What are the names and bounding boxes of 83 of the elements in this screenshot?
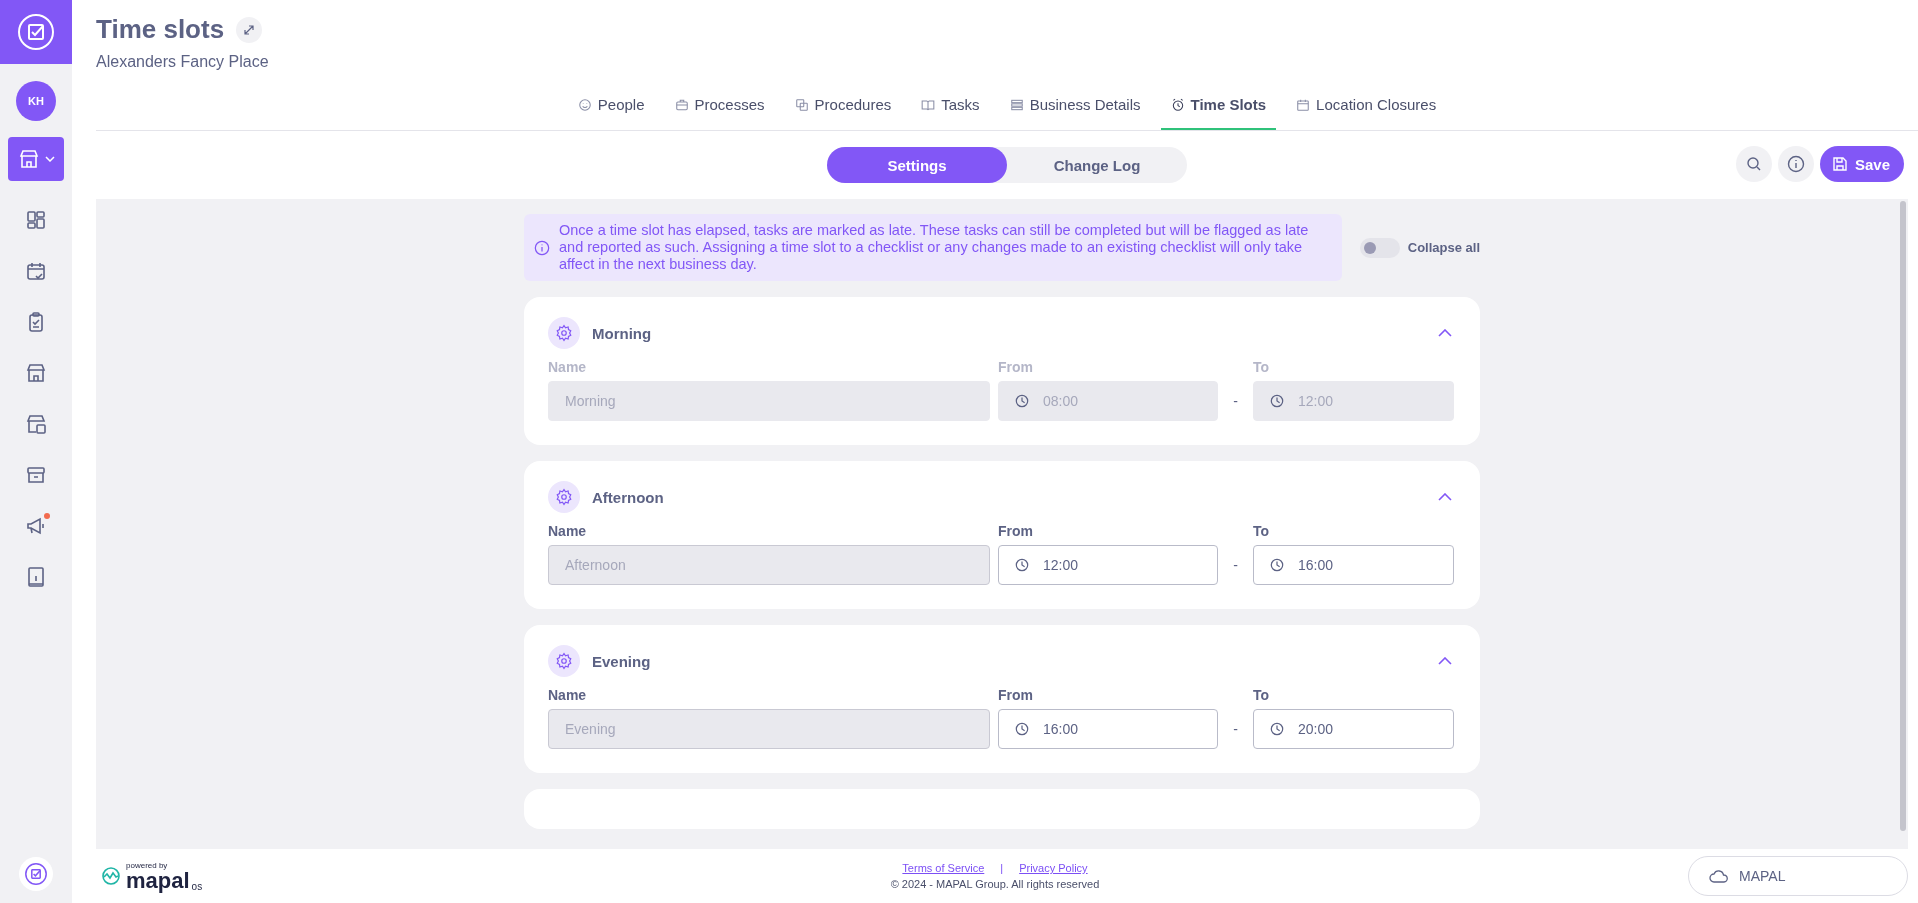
field-label: From (998, 359, 1034, 375)
info-icon (1786, 155, 1805, 173)
chevron-down-icon (45, 156, 55, 162)
briefcase-icon (674, 97, 689, 112)
notification-dot (44, 513, 50, 519)
collapse-toggle[interactable] (1359, 237, 1400, 258)
clock-icon (1270, 394, 1284, 408)
range-dash: - (1232, 393, 1239, 409)
gear-icon (548, 645, 580, 677)
time-field[interactable]: 16:00 (998, 709, 1218, 749)
segment-tab[interactable]: Settings (827, 147, 1007, 183)
time-field[interactable]: 20:00 (1253, 709, 1454, 749)
field-label: To (1253, 523, 1271, 539)
search-icon (1745, 156, 1762, 172)
field-label: From (998, 523, 1034, 539)
tab[interactable]: Location Closures (1286, 81, 1447, 130)
store-icon (24, 361, 48, 385)
copyright-text: © 2024 - MAPAL Group. All rights reserved (890, 878, 1100, 890)
search-button[interactable] (1735, 146, 1772, 182)
tab[interactable]: Business Details (999, 81, 1151, 130)
tab[interactable]: Tasks (911, 81, 990, 130)
list-icon (1009, 97, 1024, 112)
range-dash: - (1232, 557, 1239, 573)
calendar-icon (1296, 97, 1311, 112)
field-label: Name (548, 687, 588, 703)
info-icon (534, 239, 550, 256)
segment-tab[interactable]: Change Log (1007, 147, 1187, 183)
field-label: To (1253, 359, 1271, 375)
store-calendar-icon (24, 412, 48, 436)
brand-name: mapal (126, 869, 190, 892)
time-field[interactable]: 16:00 (1253, 545, 1454, 585)
app-logo[interactable] (0, 0, 72, 64)
page-title: Time slots (96, 14, 225, 45)
powered-by-text: powered by (126, 860, 169, 870)
app-logo-button[interactable] (19, 857, 53, 891)
store-icon (17, 147, 41, 171)
tab[interactable]: Processes (664, 81, 775, 130)
alarm-clock-icon (1170, 97, 1185, 112)
clock-icon (1270, 722, 1284, 736)
save-button[interactable]: Save (1819, 146, 1904, 182)
field-label: To (1253, 687, 1271, 703)
toggle-label: Collapse all (1407, 240, 1480, 255)
gear-icon (548, 481, 580, 513)
range-dash: - (1232, 721, 1239, 737)
user-avatar[interactable]: KH (16, 81, 56, 121)
time-slot-title: Morning (592, 324, 652, 342)
info-text: Once a time slot has elapsed, tasks are marked as late. These tasks can still be completed but will be flagged as late and reported as such. Assigning a time slot to a checklist or any changes made to an existing checklist will only take affect in the next business day. (559, 222, 1310, 273)
checkbox-logo-icon (24, 862, 48, 886)
info-button[interactable] (1777, 146, 1814, 182)
chevron-icon (1438, 329, 1452, 337)
chevron-icon (1438, 657, 1452, 665)
link-separator: | (1000, 862, 1004, 874)
cloud-icon (1709, 868, 1729, 884)
wave-logo-icon (100, 867, 122, 885)
time-field[interactable]: 12:00 (998, 545, 1218, 585)
tab[interactable]: Time Slots (1160, 81, 1277, 130)
clock-icon (1015, 558, 1029, 572)
expand-arrows-icon (243, 23, 256, 36)
footer-link[interactable]: Privacy Policy (1019, 862, 1088, 874)
time-slot-title: Evening (592, 652, 651, 670)
scrollbar-thumb[interactable] (1900, 201, 1906, 831)
copies-icon (794, 97, 809, 112)
clock-icon (1015, 394, 1029, 408)
gear-icon (548, 317, 580, 349)
checkbox-logo-icon (16, 12, 56, 52)
expand-button[interactable] (236, 16, 263, 43)
chevron-icon (1438, 493, 1452, 501)
sidebar-item[interactable] (8, 137, 64, 181)
time-slot-title: Afternoon (592, 488, 664, 506)
tab[interactable]: Procedures (784, 81, 902, 130)
footer-link[interactable]: Terms of Service (902, 862, 985, 874)
clock-icon (1015, 722, 1029, 736)
smiley-icon (577, 97, 592, 112)
book-icon (921, 97, 936, 112)
clock-icon (1270, 558, 1284, 572)
dashboard-icon (24, 208, 48, 232)
brand-suffix: os (191, 880, 203, 892)
field-label: Name (548, 359, 588, 375)
location-name: Alexanders Fancy Place (96, 53, 270, 71)
organization-switch-button[interactable]: MAPAL (1688, 856, 1908, 896)
field-label: From (998, 687, 1034, 703)
field-label: Name (548, 523, 588, 539)
tab[interactable]: People (567, 81, 655, 130)
